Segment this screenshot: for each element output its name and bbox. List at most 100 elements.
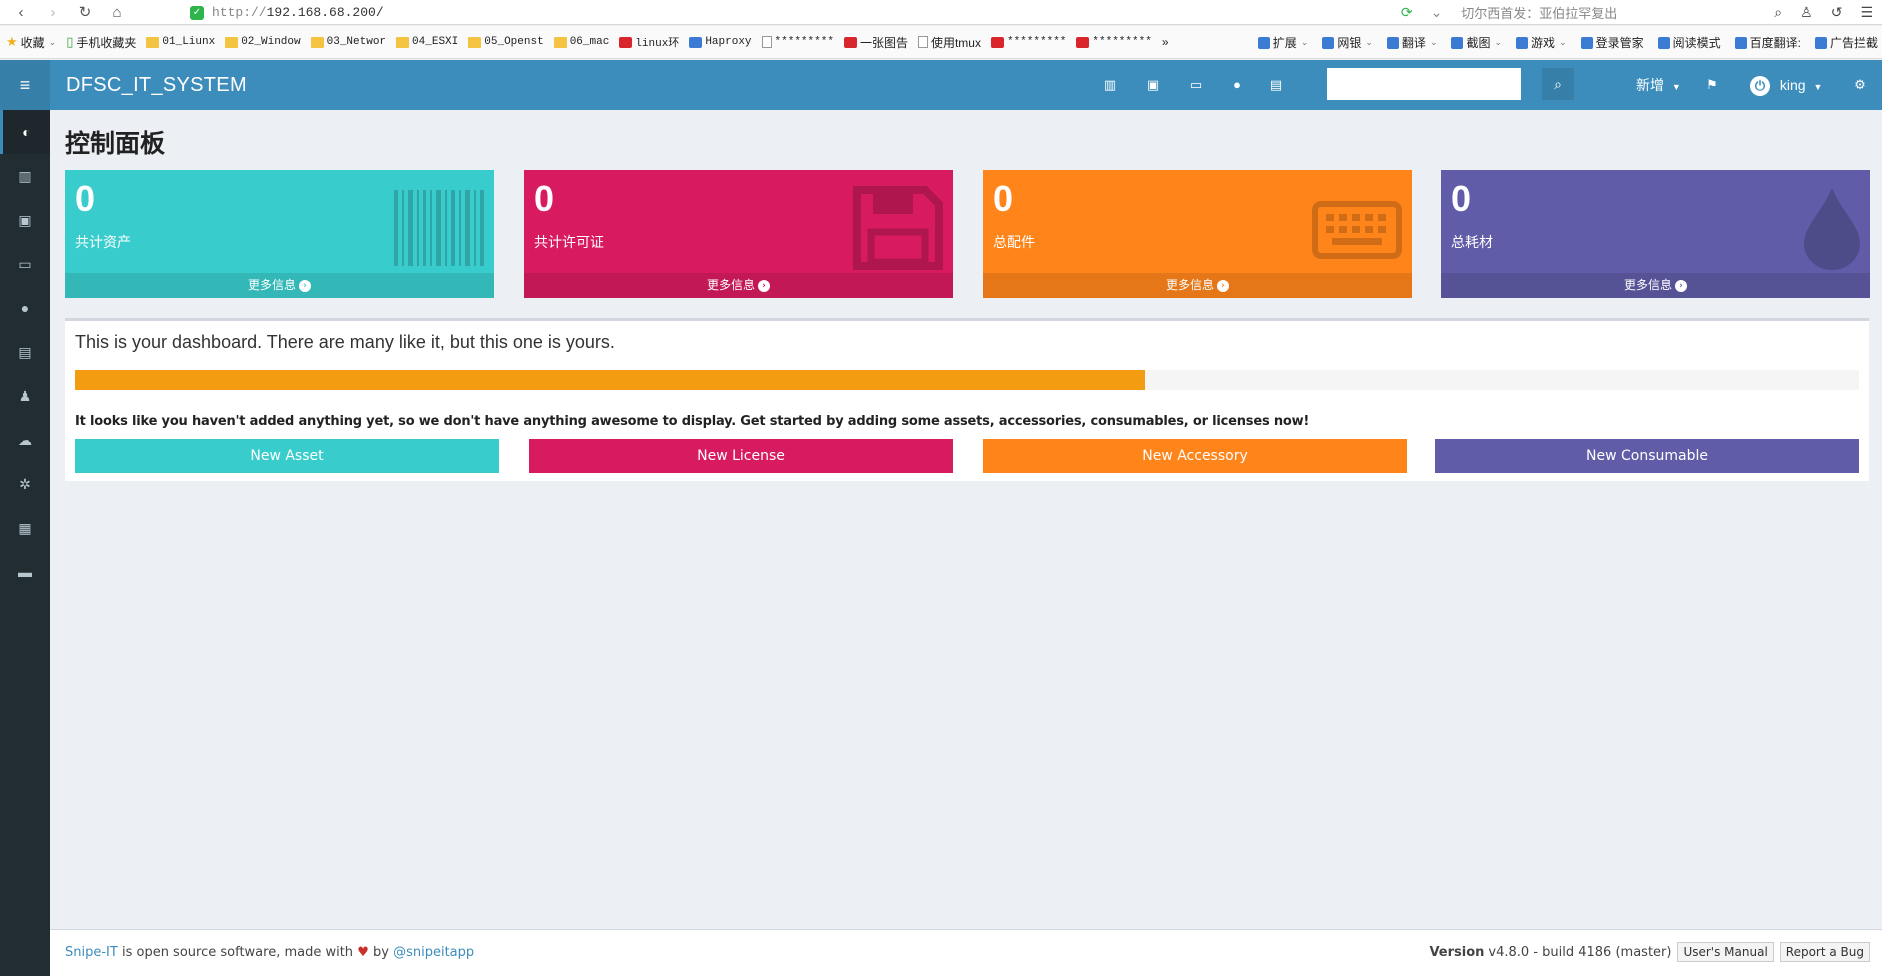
flag-icon[interactable]: ⚑ xyxy=(1700,60,1724,110)
search-icon[interactable]: ⌕ xyxy=(1774,4,1782,21)
bookmark-item[interactable]: linux环 xyxy=(619,34,679,50)
settings-cogs-icon[interactable]: ⚙ xyxy=(1848,60,1872,110)
toolbar-extension-item[interactable]: 登录管家 xyxy=(1580,34,1644,51)
new-asset-button[interactable]: New Asset xyxy=(75,439,499,473)
reload-icon[interactable]: ↻ xyxy=(74,1,96,23)
more-info-link[interactable]: 更多信息 › xyxy=(1441,273,1870,298)
sidebar-item-accessories[interactable]: ▭ xyxy=(0,242,50,286)
toolbar-extension-item[interactable]: 游戏 ⌄ xyxy=(1516,34,1567,51)
stat-count: 0 xyxy=(993,178,1014,219)
bookmark-item[interactable]: ********* xyxy=(761,36,834,48)
new-menu-label: 新增 xyxy=(1636,77,1664,93)
stat-box-accessories[interactable]: 0 总配件 更多信息 › xyxy=(983,170,1412,298)
bookmark-item[interactable]: ********* xyxy=(1076,36,1152,48)
search-input[interactable] xyxy=(1327,68,1521,100)
back-icon[interactable]: ‹ xyxy=(10,1,32,23)
bookmark-item[interactable]: 01_Liunx xyxy=(146,36,215,48)
empty-state-message: It looks like you haven't added anything… xyxy=(75,414,1310,429)
url-field[interactable]: ✓ http:// 192.168.68.200/ xyxy=(190,2,1404,23)
sidebar-item-import[interactable]: ☁ xyxy=(0,418,50,462)
bookmark-item[interactable]: ▯ 手机收藏夹 xyxy=(66,34,136,51)
new-menu-dropdown[interactable]: 新增 ▼ xyxy=(1636,60,1681,110)
keyboard-icon: ▭ xyxy=(18,255,32,272)
sidebar-item-reports[interactable]: ▦ xyxy=(0,506,50,550)
bookmark-label: 收藏 xyxy=(20,35,45,50)
bookmark-item[interactable]: 使用tmux xyxy=(917,34,981,51)
refresh-green-icon[interactable]: ⟳ xyxy=(1401,4,1413,21)
bookmarks-overflow-icon[interactable]: » xyxy=(1162,35,1169,49)
stat-box-assets[interactable]: 0 共计资产 更多信息 › xyxy=(65,170,494,298)
more-info-link[interactable]: 更多信息 › xyxy=(65,273,494,298)
dropdown-icon[interactable]: ⌄ xyxy=(1431,4,1443,21)
users-manual-button[interactable]: User's Manual xyxy=(1677,942,1774,962)
licenses-nav-icon[interactable]: ▣ xyxy=(1141,60,1165,110)
bookmark-item[interactable]: 一张图告 xyxy=(843,34,908,51)
assets-nav-icon[interactable]: ▥ xyxy=(1098,60,1122,110)
stat-box-consumables[interactable]: 0 总耗材 更多信息 › xyxy=(1441,170,1870,298)
footer-credits: Snipe-IT is open source software, made w… xyxy=(65,945,474,960)
extension-label: 网银 xyxy=(1337,36,1362,50)
bookmark-item[interactable]: 02_Window xyxy=(225,36,301,48)
extension-icon xyxy=(1451,36,1464,49)
bookmark-item[interactable]: 06_mac xyxy=(553,36,609,48)
toolbar-extension-item[interactable]: 网银 ⌄ xyxy=(1322,34,1373,51)
accessories-nav-icon[interactable]: ▭ xyxy=(1184,60,1208,110)
sidebar-item-requestable[interactable]: ▬ xyxy=(0,550,50,594)
toolbar-extension-item[interactable]: 截图 ⌄ xyxy=(1451,34,1502,51)
sidebar-item-assets[interactable]: ▥ xyxy=(0,154,50,198)
sidebar-item-licenses[interactable]: ▣ xyxy=(0,198,50,242)
sidebar-toggle-icon[interactable]: ≡ xyxy=(0,60,50,110)
toolbar-extension-item[interactable]: 广告拦截 xyxy=(1814,34,1878,51)
bookmark-item[interactable]: 03_Networ xyxy=(310,36,386,48)
sidebar-item-consumables[interactable]: ● xyxy=(0,286,50,330)
more-info-link[interactable]: 更多信息 › xyxy=(524,273,953,298)
more-info-label: 更多信息 xyxy=(706,278,755,292)
toolbar-extension-item[interactable]: 翻译 ⌄ xyxy=(1386,34,1437,51)
report-bug-button[interactable]: Report a Bug xyxy=(1779,942,1870,962)
search-button[interactable]: ⌕ xyxy=(1542,68,1574,100)
extension-label: 扩展 xyxy=(1272,36,1297,50)
user-menu-dropdown[interactable]: ⏻ king ▼ xyxy=(1750,60,1822,110)
snipeit-link[interactable]: Snipe-IT xyxy=(65,945,118,960)
toolbar-extension-item[interactable]: 扩展 ⌄ xyxy=(1257,34,1308,51)
toolbar-extension-item[interactable]: 百度翻译: xyxy=(1734,34,1801,51)
save-icon xyxy=(853,186,943,270)
more-info-link[interactable]: 更多信息 › xyxy=(983,273,1412,298)
bookmark-label: ********* xyxy=(1092,36,1152,48)
bookmarks-bar: ★ 收藏 ⌄ ▯ 手机收藏夹 01_Liunx 02_Window 03_Networ 04_E… xyxy=(0,26,1882,59)
consumables-nav-icon[interactable]: ● xyxy=(1225,60,1249,110)
brand-title[interactable]: DFSC_IT_SYSTEM xyxy=(66,60,247,110)
sidebar-item-settings[interactable]: ✲ xyxy=(0,462,50,506)
components-nav-icon[interactable]: ▤ xyxy=(1264,60,1288,110)
toolbar-extension-item[interactable]: 阅读模式 xyxy=(1657,34,1721,51)
stat-box-licenses[interactable]: 0 共计许可证 更多信息 › xyxy=(524,170,953,298)
twitter-link[interactable]: @snipeitapp xyxy=(393,945,474,960)
bookmark-item[interactable]: 04_ESXI xyxy=(396,36,458,48)
bookmark-item[interactable]: Haproxy xyxy=(689,36,752,48)
forward-icon[interactable]: › xyxy=(42,1,64,23)
new-consumable-button[interactable]: New Consumable xyxy=(1435,439,1859,473)
undo-icon[interactable]: ↺ xyxy=(1831,4,1843,21)
sidebar-item-dashboard[interactable]: ◐ xyxy=(0,110,50,154)
bookmark-item[interactable]: ********* xyxy=(990,36,1066,48)
user-icon[interactable]: ♙ xyxy=(1800,4,1813,21)
caret-down-icon: ▼ xyxy=(1813,82,1823,92)
new-accessory-button[interactable]: New Accessory xyxy=(983,439,1407,473)
browser-address-bar: ‹ › ↻ ⌂ ✓ http:// 192.168.68.200/ ⟳ ⌄ 切尔… xyxy=(0,0,1882,25)
news-ticker[interactable]: 切尔西首发：亚伯拉罕复出 xyxy=(1461,3,1751,22)
bookmark-label: 一张图告 xyxy=(859,35,908,50)
new-license-button[interactable]: New License xyxy=(529,439,953,473)
tint-icon: ● xyxy=(20,300,30,316)
footer-version: Version v4.8.0 - build 4186 (master) Use… xyxy=(1429,942,1870,962)
sidebar-item-components[interactable]: ▤ xyxy=(0,330,50,374)
bookmark-item[interactable]: ★ 收藏 ⌄ xyxy=(6,34,56,51)
bookmark-item[interactable]: 05_Openst xyxy=(468,36,544,48)
menu-icon[interactable]: ☰ xyxy=(1860,4,1873,21)
folder-icon xyxy=(553,36,567,48)
caret-down-icon: ▼ xyxy=(1671,82,1681,92)
folder-icon xyxy=(310,36,324,48)
sidebar-item-people[interactable]: ♟ xyxy=(0,374,50,418)
extension-label: 百度翻译: xyxy=(1749,36,1801,50)
extension-icon xyxy=(1516,36,1529,49)
home-icon[interactable]: ⌂ xyxy=(106,1,128,23)
